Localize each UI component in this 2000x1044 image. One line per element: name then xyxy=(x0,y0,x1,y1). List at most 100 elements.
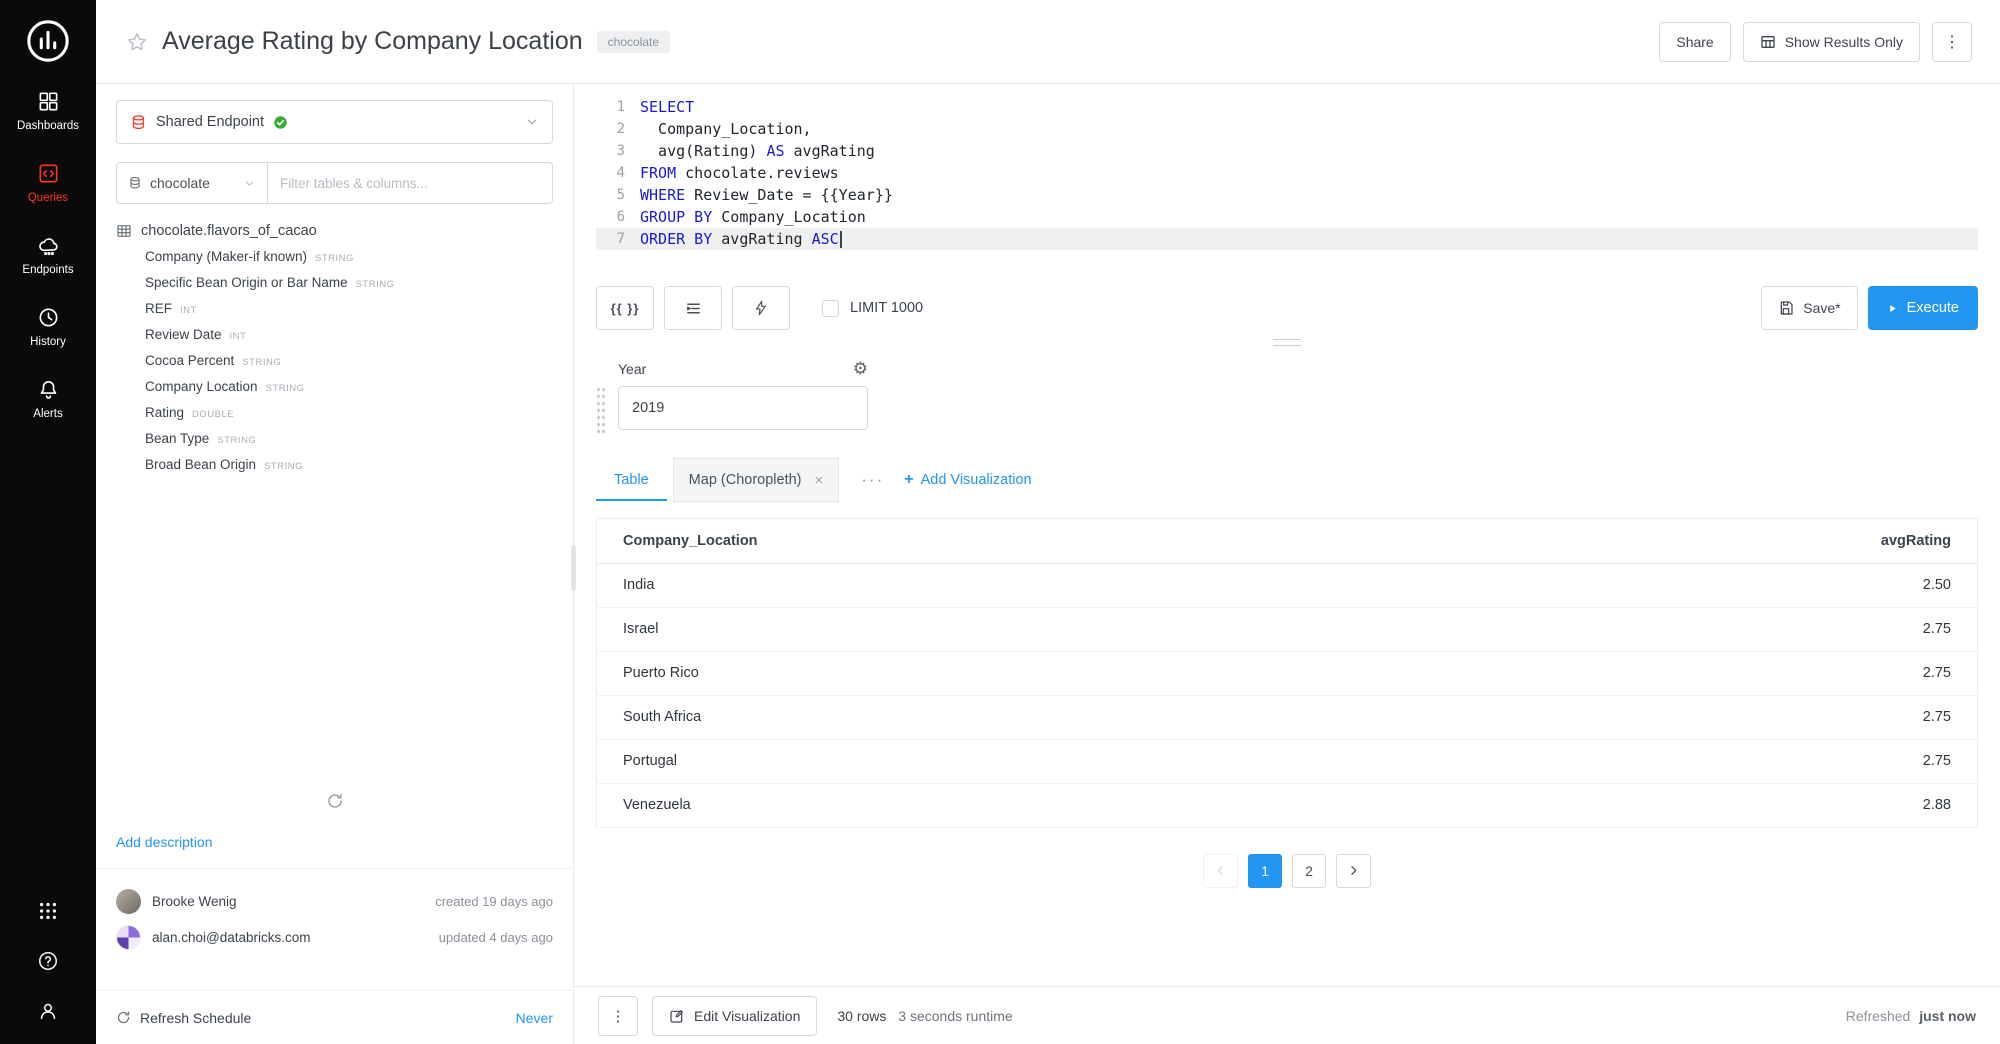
next-page-button[interactable] xyxy=(1336,854,1371,888)
schema-table-item[interactable]: chocolate.flavors_of_cacao xyxy=(116,220,553,245)
results-table: Company_Location avgRating India2.50Isra… xyxy=(596,518,1978,828)
code-line[interactable]: 7ORDER BY avgRating ASC xyxy=(596,228,1978,250)
tab-map-choropleth[interactable]: Map (Choropleth) × xyxy=(673,458,840,502)
page-button-1[interactable]: 1 xyxy=(1248,854,1282,888)
code-line[interactable]: 3 avg(Rating) AS avgRating xyxy=(596,140,1978,162)
code-text: FROM chocolate.reviews xyxy=(640,162,839,184)
sql-editor[interactable]: 1SELECT2 Company_Location,3 avg(Rating) … xyxy=(596,96,1978,280)
execute-button[interactable]: Execute xyxy=(1868,286,1978,330)
endpoint-selector[interactable]: Shared Endpoint xyxy=(116,100,553,144)
gear-icon[interactable]: ⚙ xyxy=(853,360,868,377)
parameter-drag-handle[interactable] xyxy=(596,386,605,436)
schema-column[interactable]: Review DateINT xyxy=(116,323,553,349)
tabs-overflow-icon[interactable]: ··· xyxy=(861,470,884,490)
code-text: avg(Rating) AS avgRating xyxy=(640,140,875,162)
parameter-year-input[interactable] xyxy=(618,386,868,430)
code-line[interactable]: 2 Company_Location, xyxy=(596,118,1978,140)
runtime: 3 seconds runtime xyxy=(898,1008,1012,1024)
table-row[interactable]: Venezuela2.88 xyxy=(597,783,1977,827)
header-overflow-menu-button[interactable]: ⋮ xyxy=(1932,22,1972,62)
schema-column[interactable]: REFINT xyxy=(116,297,553,323)
table-row[interactable]: South Africa2.75 xyxy=(597,695,1977,739)
insert-parameter-button[interactable]: {{ }} xyxy=(596,286,654,330)
share-button[interactable]: Share xyxy=(1659,22,1730,62)
limit-toggle[interactable]: LIMIT 1000 xyxy=(822,300,923,317)
table-row[interactable]: India2.50 xyxy=(597,563,1977,607)
prev-page-button[interactable] xyxy=(1203,854,1238,888)
database-name: chocolate xyxy=(150,175,210,191)
table-row[interactable]: Puerto Rico2.75 xyxy=(597,651,1977,695)
edit-visualization-button[interactable]: Edit Visualization xyxy=(652,996,817,1036)
user-icon[interactable] xyxy=(37,1000,59,1022)
column-name: Company (Maker-if known) xyxy=(145,249,307,264)
sidebar-item-queries[interactable]: Queries xyxy=(0,162,96,204)
page-button-2[interactable]: 2 xyxy=(1292,854,1326,888)
edit-visualization-label: Edit Visualization xyxy=(694,1008,800,1024)
code-text: WHERE Review_Date = {{Year}} xyxy=(640,184,893,206)
chevron-down-icon xyxy=(243,177,256,190)
schema-column[interactable]: Broad Bean OriginSTRING xyxy=(116,453,553,479)
database-filter-row: chocolate xyxy=(116,162,553,204)
results-overflow-menu-button[interactable]: ⋮ xyxy=(598,996,638,1036)
table-row[interactable]: Israel2.75 xyxy=(597,607,1977,651)
cell-company-location: Puerto Rico xyxy=(597,651,1431,695)
schema-column[interactable]: RatingDOUBLE xyxy=(116,401,553,427)
panel-resize-handle[interactable] xyxy=(571,545,576,591)
code-line[interactable]: 6GROUP BY Company_Location xyxy=(596,206,1978,228)
column-header-avg-rating[interactable]: avgRating xyxy=(1431,519,1977,563)
alerts-icon xyxy=(37,378,60,401)
schema-column[interactable]: Specific Bean Origin or Bar NameSTRING xyxy=(116,271,553,297)
save-button[interactable]: Save* xyxy=(1761,286,1857,330)
cell-avg-rating: 2.50 xyxy=(1431,563,1977,607)
query-tag[interactable]: chocolate xyxy=(597,31,670,53)
lightning-icon xyxy=(753,300,769,316)
schema-filter-input[interactable] xyxy=(268,162,553,204)
show-results-only-button[interactable]: Show Results Only xyxy=(1743,22,1920,62)
editor-resize-handle[interactable] xyxy=(1273,339,1301,346)
schema-column-list: Company (Maker-if known)STRINGSpecific B… xyxy=(116,245,553,479)
sidebar-item-endpoints[interactable]: Endpoints xyxy=(0,234,96,276)
refresh-schedule-value-link[interactable]: Never xyxy=(516,1010,553,1026)
column-name: Rating xyxy=(145,405,184,420)
cell-avg-rating: 2.75 xyxy=(1431,607,1977,651)
add-description-link[interactable]: Add description xyxy=(116,834,213,850)
apps-grid-icon[interactable] xyxy=(37,900,59,922)
line-number: 1 xyxy=(596,96,640,118)
cell-avg-rating: 2.75 xyxy=(1431,651,1977,695)
autocomplete-button[interactable] xyxy=(732,286,790,330)
tab-table[interactable]: Table xyxy=(596,460,667,501)
schema-column[interactable]: Bean TypeSTRING xyxy=(116,427,553,453)
help-icon[interactable] xyxy=(37,950,59,972)
column-name: Specific Bean Origin or Bar Name xyxy=(145,275,348,290)
chevron-left-icon xyxy=(1214,864,1227,877)
refreshed-label: Refreshed xyxy=(1846,1008,1911,1024)
sidebar-item-alerts[interactable]: Alerts xyxy=(0,378,96,420)
sidebar-item-dashboards[interactable]: Dashboards xyxy=(0,90,96,132)
schema-column[interactable]: Cocoa PercentSTRING xyxy=(116,349,553,375)
limit-checkbox[interactable] xyxy=(822,300,839,317)
database-selector[interactable]: chocolate xyxy=(116,162,268,204)
format-query-button[interactable] xyxy=(664,286,722,330)
app-sidebar: Dashboards Queries Endpoints History Ale… xyxy=(0,0,96,1044)
author-name: alan.choi@databricks.com xyxy=(152,930,311,945)
line-number: 5 xyxy=(596,184,640,206)
add-visualization-button[interactable]: + Add Visualization xyxy=(904,471,1031,489)
sidebar-item-label: Dashboards xyxy=(17,120,79,132)
favorite-star-icon[interactable] xyxy=(126,31,148,53)
app-logo-icon[interactable] xyxy=(25,18,71,64)
close-icon[interactable]: × xyxy=(815,472,824,489)
code-line[interactable]: 5WHERE Review_Date = {{Year}} xyxy=(596,184,1978,206)
parameters-bar: Year ⚙ xyxy=(596,360,1978,436)
code-text: GROUP BY Company_Location xyxy=(640,206,866,228)
refreshed-status: Refreshed just now xyxy=(1846,1008,1976,1024)
schema-column[interactable]: Company (Maker-if known)STRING xyxy=(116,245,553,271)
code-line[interactable]: 4FROM chocolate.reviews xyxy=(596,162,1978,184)
table-row[interactable]: Portugal2.75 xyxy=(597,739,1977,783)
editor-toolbar-right: Save* Execute xyxy=(1761,286,1978,330)
code-line[interactable]: 1SELECT xyxy=(596,96,1978,118)
line-number: 4 xyxy=(596,162,640,184)
line-number: 7 xyxy=(596,228,640,250)
schema-column[interactable]: Company LocationSTRING xyxy=(116,375,553,401)
column-header-company-location[interactable]: Company_Location xyxy=(597,519,1431,563)
sidebar-item-history[interactable]: History xyxy=(0,306,96,348)
